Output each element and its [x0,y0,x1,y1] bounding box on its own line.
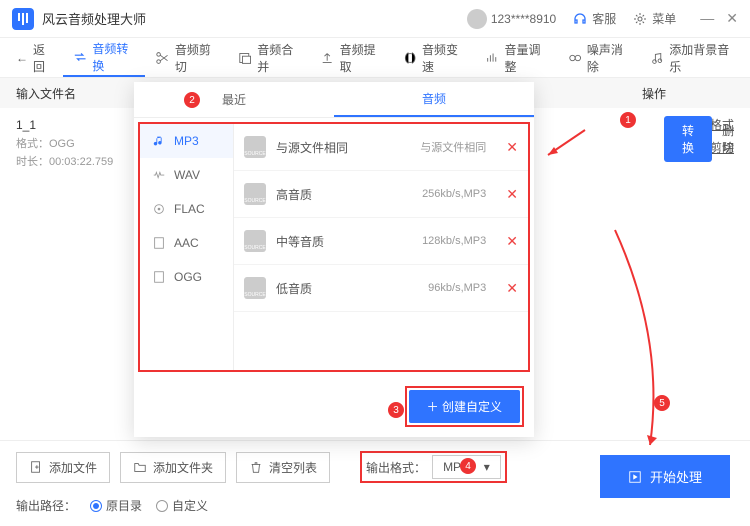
back-button[interactable]: ← 返回 [6,38,63,77]
gear-icon [632,11,648,27]
tool-merge[interactable]: 音频合并 [228,38,310,77]
quality-list: 与源文件相同 与源文件相同 ✕ 高音质 256kb/s,MP3 ✕ 中等音质 1… [234,124,528,370]
output-path-label: 输出路径： [16,497,76,514]
tool-cut[interactable]: 音频剪切 [145,38,227,77]
file-audio-icon [152,236,166,250]
file-audio-icon [152,270,166,284]
quality-row[interactable]: 中等音质 128kb/s,MP3 ✕ [234,218,528,265]
format-panel: 最近 音频 MP3 WAV FLAC AAC OGG [134,82,534,437]
close-button[interactable]: ✕ [726,10,738,27]
avatar-icon [467,9,487,29]
extract-icon [320,50,334,66]
quality-row[interactable]: 低音质 96kb/s,MP3 ✕ [234,265,528,312]
annotation-badge: 1 [620,112,636,128]
start-button[interactable]: 开始处理 [600,455,730,498]
tool-convert[interactable]: 音频转换 [63,38,145,77]
app-logo [12,8,34,30]
folder-plus-icon [133,460,147,474]
quality-row[interactable]: 与源文件相同 与源文件相同 ✕ [234,124,528,171]
merge-icon [238,50,252,66]
music-icon [650,50,664,66]
user-id: 123****8910 [491,12,556,26]
tab-audio[interactable]: 音频 [334,82,534,117]
convert-button[interactable]: 转换 [664,116,712,162]
volume-icon [485,50,499,66]
format-list: MP3 WAV FLAC AAC OGG [140,124,234,370]
tab-recent[interactable]: 最近 [134,82,334,117]
remove-icon[interactable]: ✕ [506,139,518,156]
radio-dot-icon [156,500,168,512]
source-file-icon [244,277,266,299]
minimize-button[interactable]: — [700,10,714,27]
source-file-icon [244,230,266,252]
clear-list-button[interactable]: 清空列表 [236,452,330,483]
tool-bgm[interactable]: 添加背景音乐 [640,38,744,77]
headset-icon [572,11,588,27]
back-arrow-icon: ← [16,51,28,65]
annotation-badge: 4 [460,458,476,474]
title-bar: 风云音频处理大师 123****8910 客服 菜单 — ✕ [0,0,750,38]
chevron-down-icon: ▾ [484,460,490,474]
main-toolbar: ← 返回 音频转换 音频剪切 音频合并 音频提取 音频变速 音量调整 噪声消除 … [0,38,750,78]
quality-row[interactable]: 高音质 256kb/s,MP3 ✕ [234,171,528,218]
annotation-badge: 3 [388,402,404,418]
annotation-badge: 2 [184,92,200,108]
denoise-icon [568,50,582,66]
disc-icon [152,202,166,216]
add-file-button[interactable]: 添加文件 [16,452,110,483]
scissors-icon [155,50,169,66]
format-wav[interactable]: WAV [140,158,233,192]
remove-icon[interactable]: ✕ [506,186,518,203]
support-link[interactable]: 客服 [572,10,616,27]
add-folder-button[interactable]: 添加文件夹 [120,452,226,483]
user-account[interactable]: 123****8910 [467,9,556,29]
remove-icon[interactable]: ✕ [506,280,518,297]
delete-link[interactable]: 删除 [722,122,734,156]
tool-volume[interactable]: 音量调整 [475,38,557,77]
radio-same-dir[interactable]: 原目录 [90,497,142,514]
remove-icon[interactable]: ✕ [506,233,518,250]
format-ogg[interactable]: OGG [140,260,233,294]
create-custom-button[interactable]: ＋ 创建自定义 [409,390,520,423]
row-actions: 输出格式 音频剪切 转换 删除 [666,116,734,156]
trash-icon [249,460,263,474]
menu-button[interactable]: 菜单 [632,10,676,27]
music-note-icon [152,134,166,148]
tool-denoise[interactable]: 噪声消除 [558,38,640,77]
source-file-icon [244,136,266,158]
format-aac[interactable]: AAC [140,226,233,260]
tool-speed[interactable]: 音频变速 [393,38,475,77]
radio-custom-dir[interactable]: 自定义 [156,497,208,514]
convert-icon [73,49,87,65]
play-icon [628,470,642,484]
annotation-arrow [605,220,665,460]
tool-extract[interactable]: 音频提取 [310,38,392,77]
format-flac[interactable]: FLAC [140,192,233,226]
annotation-badge: 5 [654,395,670,411]
source-file-icon [244,183,266,205]
radio-dot-icon [90,500,102,512]
app-title: 风云音频处理大师 [42,9,146,28]
output-format-selector: 输出格式： MP3 ▾ [360,451,507,483]
speed-icon [403,50,417,66]
file-plus-icon [29,460,43,474]
annotation-arrow [540,125,590,165]
col-operation: 操作 [574,85,734,102]
format-mp3[interactable]: MP3 [140,124,233,158]
wave-icon [152,168,166,182]
